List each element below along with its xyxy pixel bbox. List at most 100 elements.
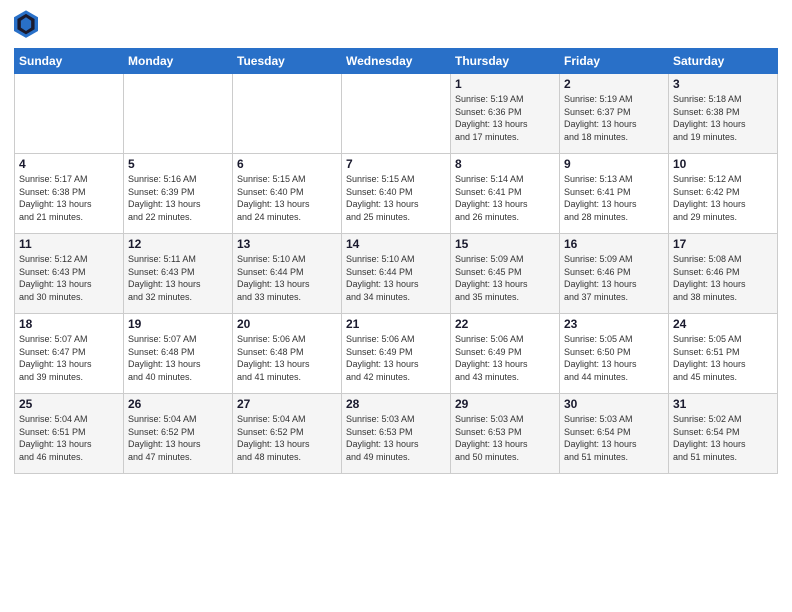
calendar-cell: 16 Sunrise: 5:09 AM Sunset: 6:46 PM Dayli… — [560, 234, 669, 314]
day-number: 21 — [346, 317, 446, 331]
day-info: Sunrise: 5:19 AM Sunset: 6:36 PM Dayligh… — [455, 93, 555, 143]
day-number: 31 — [673, 397, 773, 411]
day-number: 10 — [673, 157, 773, 171]
week-row-4: 18 Sunrise: 5:07 AM Sunset: 6:47 PM Dayli… — [15, 314, 778, 394]
calendar-table: SundayMondayTuesdayWednesdayThursdayFrid… — [14, 48, 778, 474]
day-info: Sunrise: 5:03 AM Sunset: 6:53 PM Dayligh… — [346, 413, 446, 463]
calendar-cell: 14Sunrise: 5:10 AM Sunset: 6:44 PM Dayli… — [342, 234, 451, 314]
calendar-cell: 9 Sunrise: 5:13 AM Sunset: 6:41 PM Daylig… — [560, 154, 669, 234]
calendar-cell: 26 Sunrise: 5:04 AM Sunset: 6:52 PM Dayli… — [124, 394, 233, 474]
day-number: 30 — [564, 397, 664, 411]
day-number: 6 — [237, 157, 337, 171]
day-number: 18 — [19, 317, 119, 331]
calendar-cell: 5 Sunrise: 5:16 AM Sunset: 6:39 PM Daylig… — [124, 154, 233, 234]
week-row-3: 11 Sunrise: 5:12 AM Sunset: 6:43 PM Dayli… — [15, 234, 778, 314]
day-info: Sunrise: 5:07 AM Sunset: 6:48 PM Dayligh… — [128, 333, 228, 383]
calendar-cell: 2 Sunrise: 5:19 AM Sunset: 6:37 PM Daylig… — [560, 74, 669, 154]
weekday-header-friday: Friday — [560, 49, 669, 74]
calendar-cell: 22 Sunrise: 5:06 AM Sunset: 6:49 PM Dayli… — [451, 314, 560, 394]
calendar-cell: 24Sunrise: 5:05 AM Sunset: 6:51 PM Dayli… — [669, 314, 778, 394]
day-info: Sunrise: 5:12 AM Sunset: 6:43 PM Dayligh… — [19, 253, 119, 303]
day-number: 9 — [564, 157, 664, 171]
day-number: 25 — [19, 397, 119, 411]
calendar-cell: 17 Sunrise: 5:08 AM Sunset: 6:46 PM Dayli… — [669, 234, 778, 314]
day-info: Sunrise: 5:15 AM Sunset: 6:40 PM Dayligh… — [346, 173, 446, 223]
day-info: Sunrise: 5:10 AM Sunset: 6:44 PM Dayligh… — [237, 253, 337, 303]
day-number: 13 — [237, 237, 337, 251]
day-info: Sunrise: 5:09 AM Sunset: 6:46 PM Dayligh… — [564, 253, 664, 303]
calendar-cell — [233, 74, 342, 154]
day-info: Sunrise: 5:04 AM Sunset: 6:52 PM Dayligh… — [128, 413, 228, 463]
calendar-cell: 3 Sunrise: 5:18 AM Sunset: 6:38 PM Daylig… — [669, 74, 778, 154]
day-number: 22 — [455, 317, 555, 331]
day-number: 17 — [673, 237, 773, 251]
calendar-cell: 28Sunrise: 5:03 AM Sunset: 6:53 PM Dayli… — [342, 394, 451, 474]
day-number: 20 — [237, 317, 337, 331]
day-info: Sunrise: 5:09 AM Sunset: 6:45 PM Dayligh… — [455, 253, 555, 303]
calendar-cell — [15, 74, 124, 154]
day-info: Sunrise: 5:07 AM Sunset: 6:47 PM Dayligh… — [19, 333, 119, 383]
day-info: Sunrise: 5:19 AM Sunset: 6:37 PM Dayligh… — [564, 93, 664, 143]
calendar-cell: 31 Sunrise: 5:02 AM Sunset: 6:54 PM Dayli… — [669, 394, 778, 474]
day-info: Sunrise: 5:12 AM Sunset: 6:42 PM Dayligh… — [673, 173, 773, 223]
day-info: Sunrise: 5:04 AM Sunset: 6:52 PM Dayligh… — [237, 413, 337, 463]
logo — [14, 10, 42, 40]
calendar-cell: 19 Sunrise: 5:07 AM Sunset: 6:48 PM Dayli… — [124, 314, 233, 394]
calendar-cell: 23 Sunrise: 5:05 AM Sunset: 6:50 PM Dayli… — [560, 314, 669, 394]
day-info: Sunrise: 5:03 AM Sunset: 6:53 PM Dayligh… — [455, 413, 555, 463]
day-info: Sunrise: 5:04 AM Sunset: 6:51 PM Dayligh… — [19, 413, 119, 463]
calendar-cell: 15 Sunrise: 5:09 AM Sunset: 6:45 PM Dayli… — [451, 234, 560, 314]
day-info: Sunrise: 5:16 AM Sunset: 6:39 PM Dayligh… — [128, 173, 228, 223]
calendar-cell: 30 Sunrise: 5:03 AM Sunset: 6:54 PM Dayli… — [560, 394, 669, 474]
week-row-2: 4Sunrise: 5:17 AM Sunset: 6:38 PM Daylig… — [15, 154, 778, 234]
calendar-cell: 12Sunrise: 5:11 AM Sunset: 6:43 PM Dayli… — [124, 234, 233, 314]
calendar-cell: 27 Sunrise: 5:04 AM Sunset: 6:52 PM Dayli… — [233, 394, 342, 474]
day-info: Sunrise: 5:14 AM Sunset: 6:41 PM Dayligh… — [455, 173, 555, 223]
day-number: 3 — [673, 77, 773, 91]
day-number: 15 — [455, 237, 555, 251]
calendar-cell — [342, 74, 451, 154]
day-info: Sunrise: 5:18 AM Sunset: 6:38 PM Dayligh… — [673, 93, 773, 143]
calendar-cell: 29 Sunrise: 5:03 AM Sunset: 6:53 PM Dayli… — [451, 394, 560, 474]
calendar-cell: 4Sunrise: 5:17 AM Sunset: 6:38 PM Daylig… — [15, 154, 124, 234]
logo-icon — [14, 10, 38, 40]
weekday-header-monday: Monday — [124, 49, 233, 74]
calendar-cell: 13 Sunrise: 5:10 AM Sunset: 6:44 PM Dayli… — [233, 234, 342, 314]
weekday-header-sunday: Sunday — [15, 49, 124, 74]
day-info: Sunrise: 5:10 AM Sunset: 6:44 PM Dayligh… — [346, 253, 446, 303]
calendar-cell: 1 Sunrise: 5:19 AM Sunset: 6:36 PM Daylig… — [451, 74, 560, 154]
week-row-1: 1 Sunrise: 5:19 AM Sunset: 6:36 PM Daylig… — [15, 74, 778, 154]
weekday-header-tuesday: Tuesday — [233, 49, 342, 74]
calendar-cell: 7 Sunrise: 5:15 AM Sunset: 6:40 PM Daylig… — [342, 154, 451, 234]
day-number: 26 — [128, 397, 228, 411]
weekday-header-thursday: Thursday — [451, 49, 560, 74]
calendar-cell: 18 Sunrise: 5:07 AM Sunset: 6:47 PM Dayli… — [15, 314, 124, 394]
calendar-cell: 20Sunrise: 5:06 AM Sunset: 6:48 PM Dayli… — [233, 314, 342, 394]
day-info: Sunrise: 5:05 AM Sunset: 6:51 PM Dayligh… — [673, 333, 773, 383]
calendar-cell: 6Sunrise: 5:15 AM Sunset: 6:40 PM Daylig… — [233, 154, 342, 234]
day-number: 23 — [564, 317, 664, 331]
day-number: 5 — [128, 157, 228, 171]
calendar-page: SundayMondayTuesdayWednesdayThursdayFrid… — [0, 0, 792, 612]
calendar-cell: 8Sunrise: 5:14 AM Sunset: 6:41 PM Daylig… — [451, 154, 560, 234]
weekday-header-row: SundayMondayTuesdayWednesdayThursdayFrid… — [15, 49, 778, 74]
day-number: 7 — [346, 157, 446, 171]
day-number: 19 — [128, 317, 228, 331]
day-number: 29 — [455, 397, 555, 411]
day-info: Sunrise: 5:05 AM Sunset: 6:50 PM Dayligh… — [564, 333, 664, 383]
day-info: Sunrise: 5:03 AM Sunset: 6:54 PM Dayligh… — [564, 413, 664, 463]
day-info: Sunrise: 5:08 AM Sunset: 6:46 PM Dayligh… — [673, 253, 773, 303]
day-number: 2 — [564, 77, 664, 91]
day-number: 1 — [455, 77, 555, 91]
day-info: Sunrise: 5:06 AM Sunset: 6:49 PM Dayligh… — [346, 333, 446, 383]
day-info: Sunrise: 5:02 AM Sunset: 6:54 PM Dayligh… — [673, 413, 773, 463]
calendar-cell: 11 Sunrise: 5:12 AM Sunset: 6:43 PM Dayli… — [15, 234, 124, 314]
calendar-cell: 21 Sunrise: 5:06 AM Sunset: 6:49 PM Dayli… — [342, 314, 451, 394]
day-info: Sunrise: 5:13 AM Sunset: 6:41 PM Dayligh… — [564, 173, 664, 223]
weekday-header-wednesday: Wednesday — [342, 49, 451, 74]
day-info: Sunrise: 5:06 AM Sunset: 6:49 PM Dayligh… — [455, 333, 555, 383]
day-number: 16 — [564, 237, 664, 251]
day-number: 11 — [19, 237, 119, 251]
day-number: 27 — [237, 397, 337, 411]
calendar-cell: 10 Sunrise: 5:12 AM Sunset: 6:42 PM Dayli… — [669, 154, 778, 234]
